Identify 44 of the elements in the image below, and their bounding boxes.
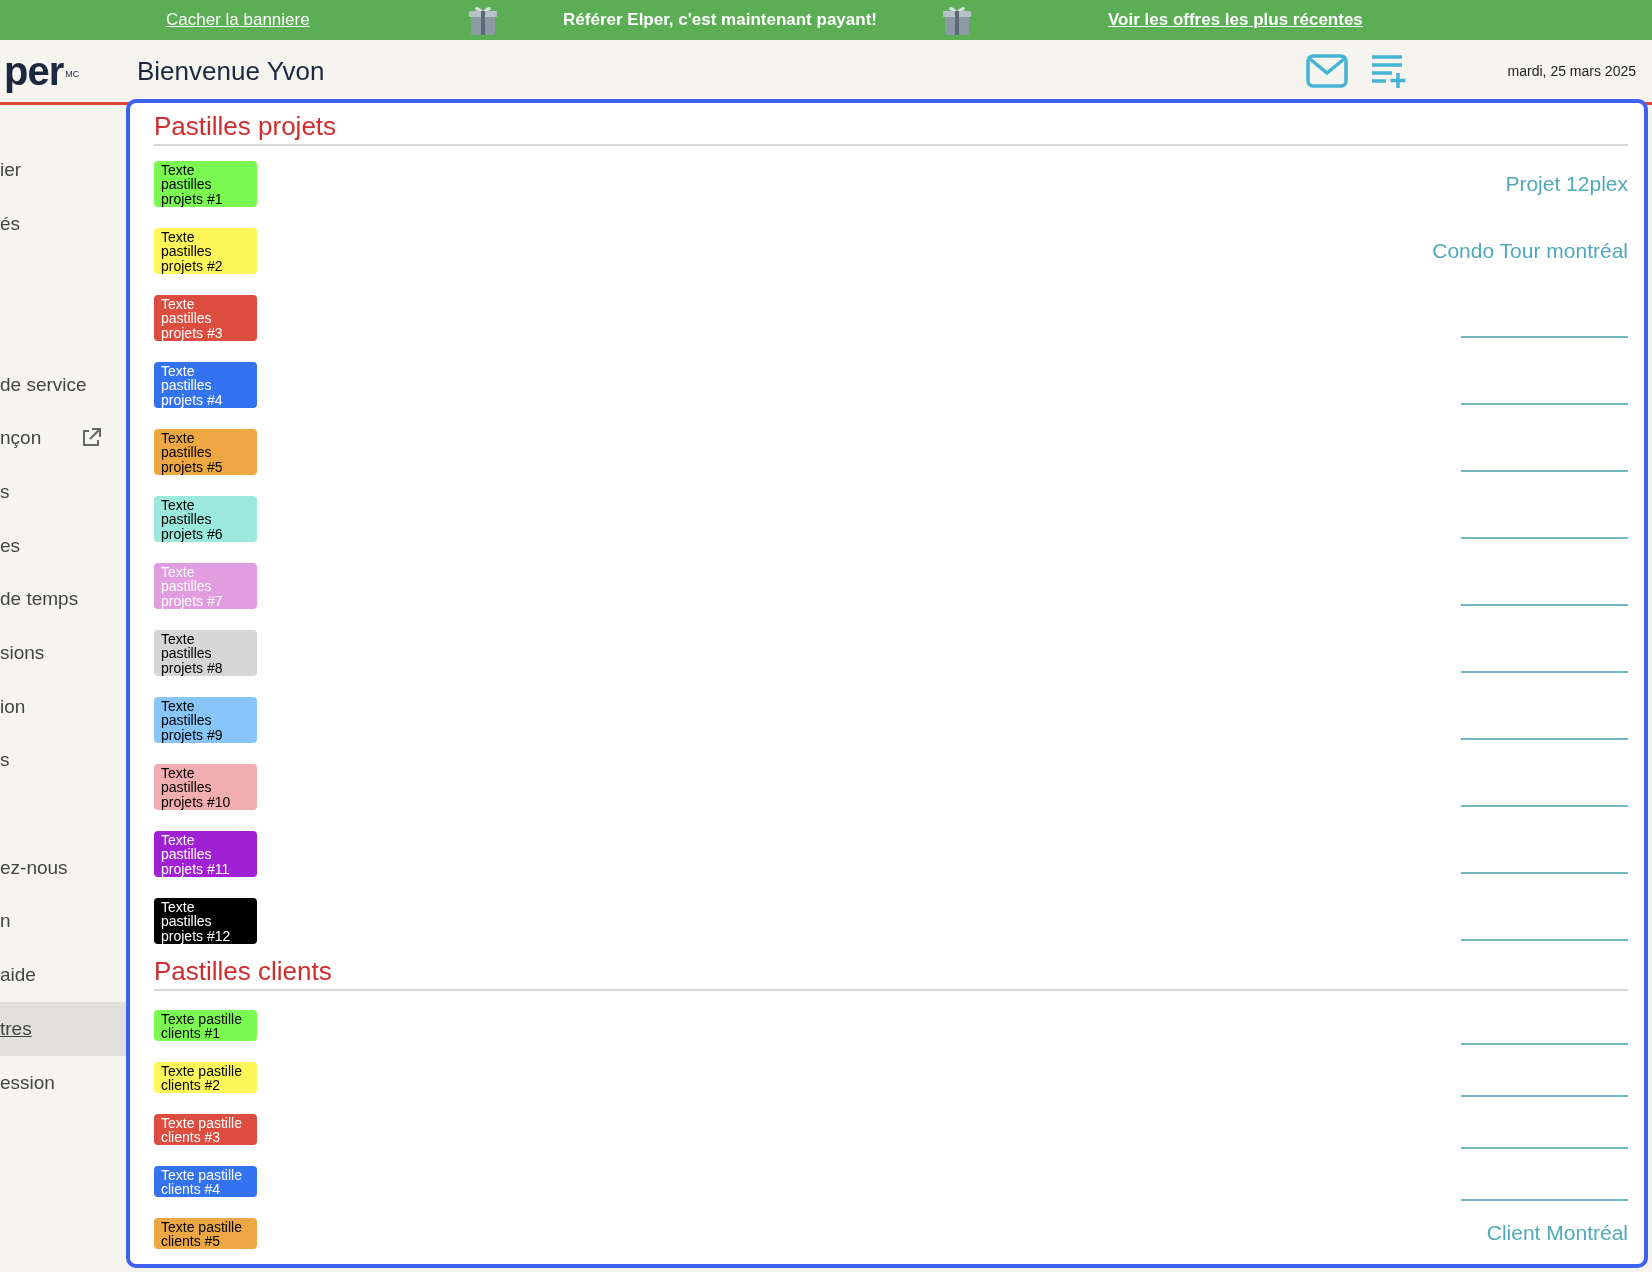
section-title: Pastilles clients	[154, 956, 1628, 991]
color-tag: Texte pastilles projets #5	[154, 428, 257, 475]
color-tag: Texte pastilles projets #2	[154, 227, 257, 274]
color-tag: Texte pastille clients #2	[154, 1061, 257, 1093]
sidebar-item[interactable]: sions	[0, 626, 126, 680]
tag-name: Condo Tour montréal	[1432, 238, 1628, 263]
tag-name: Projet 12plex	[1505, 171, 1628, 196]
color-tag: Texte pastilles projets #4	[154, 361, 257, 408]
logo[interactable]: per	[4, 49, 64, 93]
sidebar-item[interactable]: es	[0, 518, 126, 573]
add-list-icon[interactable]	[1369, 53, 1408, 89]
section-title: Pastilles projets	[154, 111, 1628, 146]
tag-name: Client Montréal	[1486, 1221, 1628, 1245]
color-tag: Texte pastilles projets #12	[154, 897, 257, 944]
banner-message: Référer Elper, c'est maintenant payant!	[562, 10, 878, 30]
color-tag: Texte pastilles projets #6	[154, 495, 257, 542]
sidebar-item-selected[interactable]: tres	[0, 1002, 126, 1056]
color-tag: Texte pastilles projets #1	[154, 160, 257, 207]
sidebar-item[interactable]: és	[0, 196, 126, 251]
sidebar-item[interactable]: de service	[0, 357, 126, 412]
sidebar-item[interactable]: ion	[0, 679, 126, 734]
current-date: mardi, 25 mars 2025	[1507, 63, 1636, 79]
trademark-mark: MC	[65, 69, 80, 79]
color-tag: Texte pastilles projets #3	[154, 294, 257, 341]
color-tag: Texte pastilles projets #8	[154, 629, 257, 676]
sidebar-item[interactable]: ession	[0, 1055, 126, 1110]
sidebar-item[interactable]: n	[0, 894, 126, 949]
color-tag: Texte pastille clients #1	[154, 1009, 257, 1041]
greeting: Bienvenue Yvon	[137, 55, 326, 87]
sidebar-item[interactable]: s	[0, 465, 126, 519]
color-tag: Texte pastille clients #4	[154, 1165, 257, 1197]
color-tag: Texte pastilles projets #9	[154, 696, 257, 743]
sidebar-item[interactable]: nçon	[0, 411, 126, 466]
color-tag: Texte pastilles projets #7	[154, 562, 257, 609]
sidebar-item[interactable]: s	[0, 733, 126, 788]
color-tag: Texte pastilles projets #11	[154, 830, 257, 877]
sidebar-item[interactable]: de temps	[0, 572, 126, 627]
color-tag: Texte pastille clients #3	[154, 1113, 257, 1145]
sidebar-item[interactable]: ez-nous	[0, 840, 126, 895]
sidebar-item[interactable]: ier	[0, 143, 126, 197]
sidebar-item[interactable]: aide	[0, 948, 126, 1002]
mail-icon[interactable]	[1305, 54, 1348, 88]
color-tag: Texte pastille clients #5	[154, 1217, 257, 1249]
color-tag: Texte pastilles projets #10	[154, 763, 257, 810]
